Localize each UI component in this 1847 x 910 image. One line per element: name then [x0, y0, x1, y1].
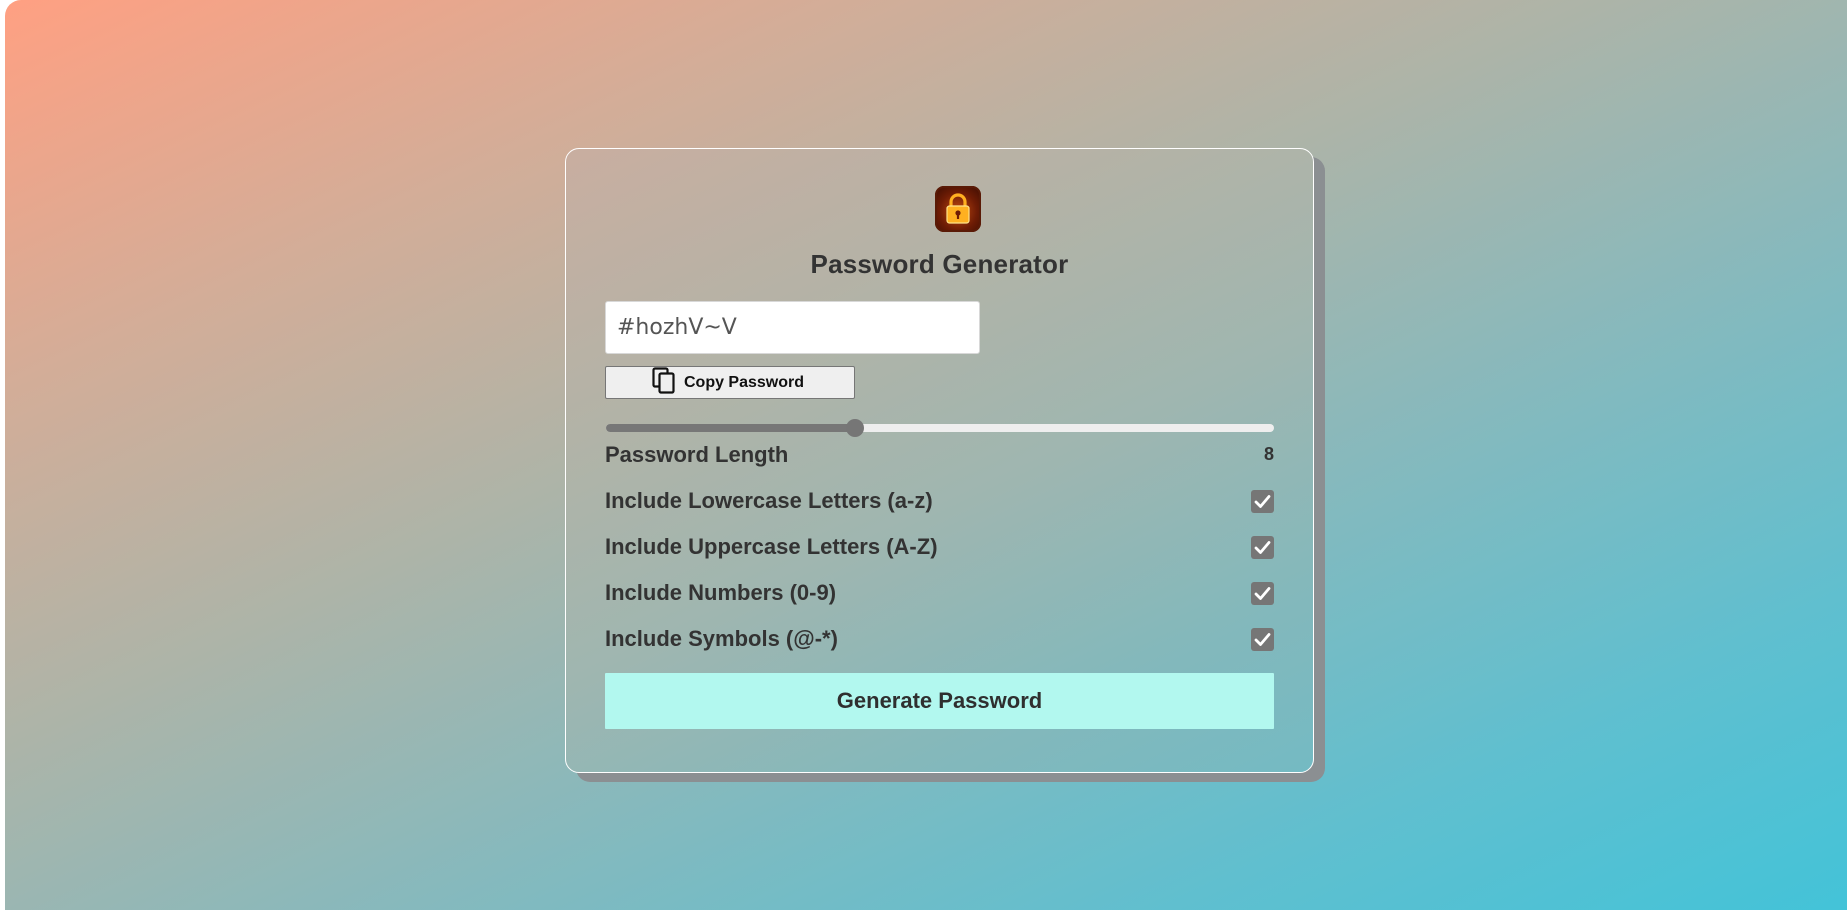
option-lowercase-label: Include Lowercase Letters (a-z) — [605, 488, 933, 513]
checkmark-icon — [1254, 633, 1271, 646]
copy-password-label: Copy Password — [683, 373, 805, 391]
page-background: Password Generator Copy Password Passwor… — [5, 0, 1847, 910]
checkmark-icon — [1254, 541, 1271, 554]
password-length-value: 8 — [1263, 444, 1274, 464]
password-length-row: Password Length 8 — [605, 440, 1274, 470]
slider-fill — [606, 424, 856, 432]
copy-password-button[interactable]: Copy Password — [605, 366, 855, 399]
option-symbols-label: Include Symbols (@-*) — [605, 626, 838, 651]
slider-thumb[interactable] — [846, 419, 865, 437]
option-symbols-row: Include Symbols (@-*) — [605, 624, 1274, 654]
numbers-checkbox[interactable] — [1251, 582, 1274, 605]
option-uppercase-row: Include Uppercase Letters (A-Z) — [605, 532, 1274, 562]
padlock-icon — [935, 186, 981, 232]
page-title: Password Generator — [810, 249, 1069, 279]
generate-password-button[interactable]: Generate Password — [605, 673, 1274, 729]
password-generator-card: Password Generator Copy Password Passwor… — [565, 148, 1314, 773]
option-numbers-row: Include Numbers (0-9) — [605, 578, 1274, 608]
checkmark-icon — [1254, 587, 1271, 600]
symbols-checkbox[interactable] — [1251, 628, 1274, 651]
copy-icon — [652, 366, 676, 399]
password-length-label: Password Length — [605, 442, 789, 467]
password-output-field[interactable] — [605, 301, 980, 354]
option-lowercase-row: Include Lowercase Letters (a-z) — [605, 486, 1274, 516]
slider-track — [606, 424, 1274, 432]
option-uppercase-label: Include Uppercase Letters (A-Z) — [605, 534, 938, 559]
uppercase-checkbox[interactable] — [1251, 536, 1274, 559]
checkmark-icon — [1254, 495, 1271, 508]
option-numbers-label: Include Numbers (0-9) — [605, 580, 837, 605]
password-length-slider[interactable] — [606, 417, 1274, 439]
lowercase-checkbox[interactable] — [1251, 490, 1274, 513]
